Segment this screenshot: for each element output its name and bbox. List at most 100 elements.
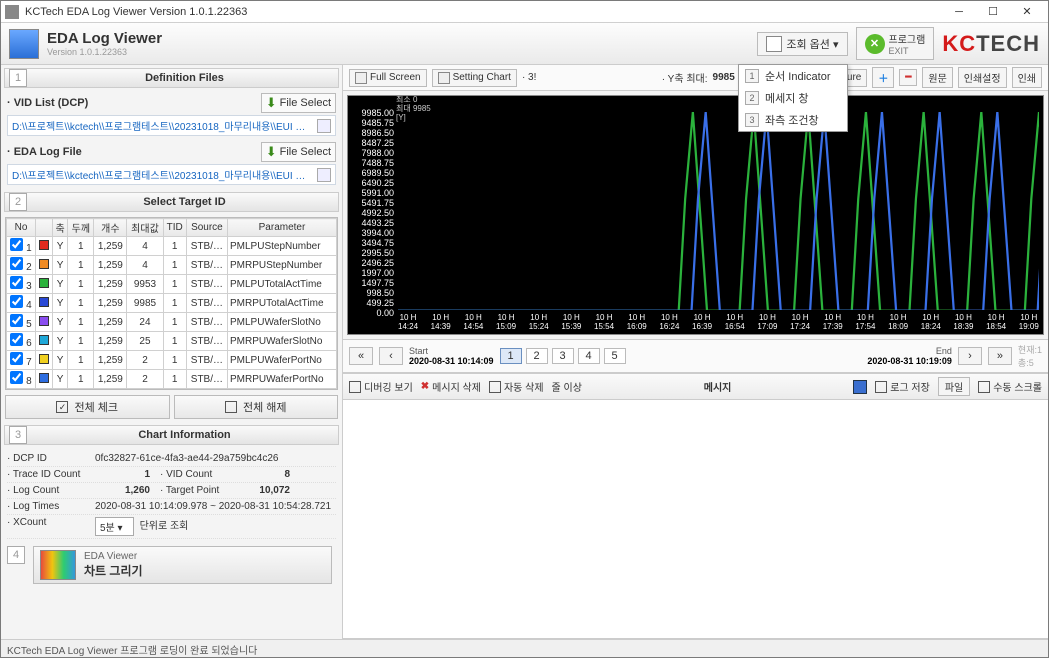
app-icon: [5, 5, 19, 19]
original-button[interactable]: 원문: [922, 67, 952, 88]
window-title: KCTech EDA Log Viewer Version 1.0.1.2236…: [25, 6, 942, 18]
eda-log-label: · EDA Log File: [7, 146, 82, 158]
row-checkbox[interactable]: [10, 238, 23, 251]
menu-item-indicator[interactable]: 1 순서 Indicator: [739, 65, 847, 87]
remove-button[interactable]: ━: [899, 69, 917, 86]
window-close-button[interactable]: ✕: [1010, 2, 1044, 22]
plus-icon: ⬇: [266, 95, 277, 111]
vid-list-label: · VID List (DCP): [7, 97, 88, 109]
setting-chart-button[interactable]: Setting Chart: [432, 69, 517, 87]
table-row[interactable]: 4 Y11,25999851STB/…PMRPUTotalActTime: [7, 294, 337, 313]
checkbox-icon: [225, 401, 237, 413]
chart-pager: « ‹ Start2020-08-31 10:14:09 12345 End20…: [343, 339, 1048, 373]
table-row[interactable]: 1 Y11,25941STB/…PMLPUStepNumber: [7, 237, 337, 256]
vid-file-select-button[interactable]: ⬇ File Select: [261, 93, 336, 113]
table-row[interactable]: 7 Y11,25921STB/…PMLPUWaferPortNo: [7, 351, 337, 370]
lookup-options-button[interactable]: 조회 옵션 ▾: [757, 32, 847, 56]
message-title: 메시지: [590, 379, 845, 394]
left-panel: 1 Definition Files · VID List (DCP) ⬇ Fi…: [1, 65, 343, 639]
uncheck-all-button[interactable]: 전체 해제: [174, 395, 339, 419]
status-bar: KCTech EDA Log Viewer 프로그램 로딩이 완료 되었습니다: [1, 639, 1048, 657]
page-number-button[interactable]: 4: [578, 348, 600, 364]
fullscreen-button[interactable]: Full Screen: [349, 69, 427, 87]
row-checkbox[interactable]: [10, 333, 23, 346]
page-indicator: 현재:1총:5: [1018, 343, 1042, 369]
menu-item-left-panel[interactable]: 3 좌측 조건창: [739, 109, 847, 131]
row-checkbox[interactable]: [10, 371, 23, 384]
section-definition-files: 1 Definition Files: [4, 68, 339, 88]
row-checkbox[interactable]: [10, 314, 23, 327]
page-last-button[interactable]: »: [988, 347, 1012, 365]
table-row[interactable]: 6 Y11,259251STB/…PMRPUWaferSlotNo: [7, 332, 337, 351]
section-select-target: 2 Select Target ID: [4, 192, 339, 212]
draw-chart-button[interactable]: EDA Viewer 차트 그리기: [33, 546, 332, 584]
menu-item-message[interactable]: 2 메세지 창: [739, 87, 847, 109]
window-maximize-button[interactable]: ☐: [976, 2, 1010, 22]
row-checkbox[interactable]: [10, 276, 23, 289]
chart-area[interactable]: 최소 0 최대 9985 [Y] 9985.009485.758986.5084…: [347, 95, 1044, 335]
section-chart-info: 3 Chart Information: [4, 425, 339, 445]
app-header: EDA Log Viewer Version 1.0.1.22363 조회 옵션…: [1, 23, 1048, 65]
file-button[interactable]: 파일: [938, 377, 970, 396]
eda-file-select-button[interactable]: ⬇ File Select: [261, 142, 336, 162]
exit-button[interactable]: ✕ 프로그램 EXIT: [856, 27, 935, 60]
app-logo-icon: [9, 29, 39, 59]
chart-icon: [40, 550, 76, 580]
checkbox-icon: ✓: [56, 401, 68, 413]
exit-label: 프로그램: [889, 31, 926, 46]
table-row[interactable]: 2 Y11,25941STB/…PMRPUStepNumber: [7, 256, 337, 275]
plus-icon: ⬇: [266, 144, 277, 160]
x-axis-labels: 10 H14:2410 H14:3910 H14:5410 H15:0910 H…: [398, 314, 1039, 332]
chart-panel: Full Screen Setting Chart · 3! · Y축 최대: …: [343, 65, 1048, 639]
page-number-button[interactable]: 1: [500, 348, 522, 364]
vid-path-field[interactable]: D:\\프로젝트\\kctech\\프로그램테스트\\20231018_마무리내…: [7, 115, 336, 136]
print-button[interactable]: 인쇄: [1012, 67, 1042, 88]
auto-delete-checkbox[interactable]: 자동 삭제: [489, 379, 544, 394]
print-setting-button[interactable]: 인쇄설정: [958, 67, 1007, 88]
gear-icon: [438, 72, 450, 84]
page-first-button[interactable]: «: [349, 347, 373, 365]
row-checkbox[interactable]: [10, 352, 23, 365]
table-row[interactable]: 3 Y11,25999531STB/…PMLPUTotalActTime: [7, 275, 337, 294]
minus-icon: ━: [905, 72, 911, 83]
page-number-button[interactable]: 2: [526, 348, 548, 364]
check-all-button[interactable]: ✓ 전체 체크: [5, 395, 170, 419]
page-prev-button[interactable]: ‹: [379, 347, 403, 365]
y-axis-labels: 9985.009485.758986.508487.257988.007488.…: [350, 108, 394, 310]
lookup-options-label: 조회 옵션 ▾: [786, 36, 838, 52]
page-number-button[interactable]: 3: [552, 348, 574, 364]
lookup-options-menu: 1 순서 Indicator 2 메세지 창 3 좌측 조건창: [738, 64, 848, 132]
chart-toolbar: Full Screen Setting Chart · 3! · Y축 최대: …: [343, 65, 1048, 91]
debug-checkbox[interactable]: 디버깅 보기: [349, 379, 413, 394]
exit-icon: ✕: [865, 34, 885, 54]
window-minimize-button[interactable]: ─: [942, 2, 976, 22]
manual-scroll-checkbox[interactable]: 수동 스크롤: [978, 379, 1042, 394]
message-area[interactable]: [343, 400, 1048, 639]
save-log-checkbox[interactable]: 로그 저장: [875, 379, 930, 394]
chart-info: · DCP ID0fc32827-61ce-4fa3-ae44-29a759bc…: [7, 451, 336, 539]
plus-icon: ＋: [878, 70, 888, 85]
list-icon: [766, 36, 782, 52]
app-version: Version 1.0.1.22363: [47, 47, 162, 57]
exit-sub: EXIT: [889, 46, 926, 56]
xcount-select[interactable]: 5분 ▾: [95, 517, 134, 536]
eda-path-field[interactable]: D:\\프로젝트\\kctech\\프로그램테스트\\20231018_마무리내…: [7, 164, 336, 185]
brand-logo: KCTECH: [942, 31, 1040, 57]
edit-icon[interactable]: [317, 168, 331, 182]
page-number-button[interactable]: 5: [604, 348, 626, 364]
chart-plot: [398, 108, 1039, 310]
add-button[interactable]: ＋: [872, 67, 894, 88]
table-row[interactable]: 8 Y11,25921STB/…PMRPUWaferPortNo: [7, 370, 337, 389]
save-icon: [853, 380, 867, 394]
page-next-button[interactable]: ›: [958, 347, 982, 365]
delete-message-button[interactable]: ✖메시지 삭제: [421, 379, 481, 394]
table-row[interactable]: 5 Y11,259241STB/…PMLPUWaferSlotNo: [7, 313, 337, 332]
edit-icon[interactable]: [317, 119, 331, 133]
window-titlebar: KCTech EDA Log Viewer Version 1.0.1.2236…: [1, 1, 1048, 23]
app-name: EDA Log Viewer: [47, 30, 162, 47]
expand-icon: [355, 72, 367, 84]
message-toolbar: 디버깅 보기 ✖메시지 삭제 자동 삭제 줄 이상 메시지 로그 저장 파일 수…: [343, 373, 1048, 400]
row-checkbox[interactable]: [10, 257, 23, 270]
target-table[interactable]: No축두께개수최대값TIDSourceParameter 1 Y11,25941…: [5, 217, 338, 390]
row-checkbox[interactable]: [10, 295, 23, 308]
